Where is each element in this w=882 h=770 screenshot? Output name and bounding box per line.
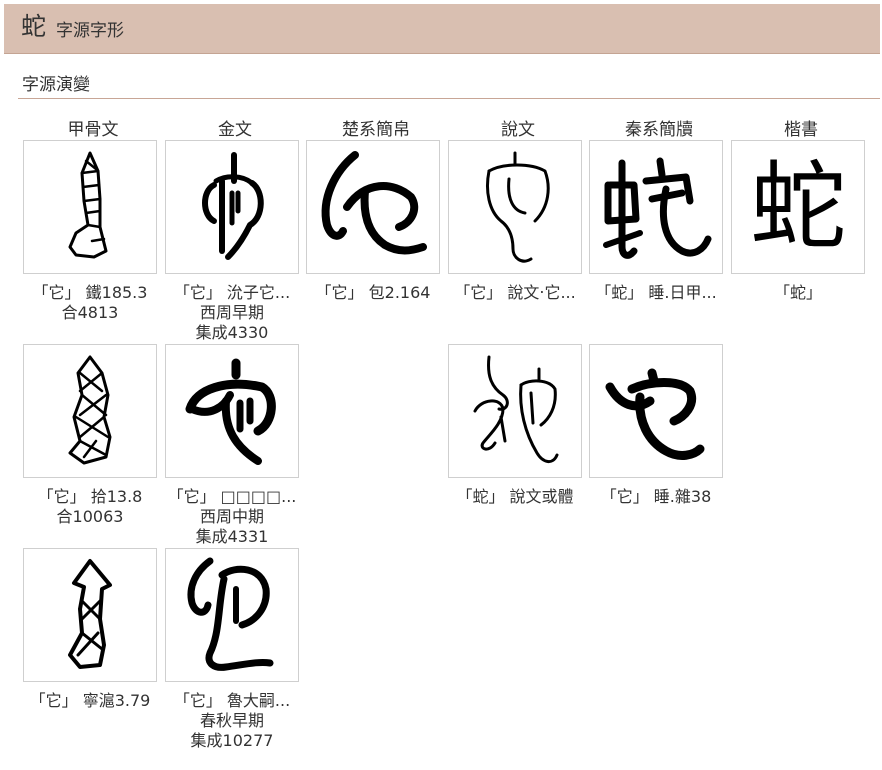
caption-line: 「它」 寧滬3.79 [29,691,151,710]
glyph-card[interactable] [306,140,440,274]
caption-line: 集成4330 [195,323,269,342]
caption-line: 集成10277 [190,731,274,750]
caption-line: 「它」 沇子它... [173,283,291,302]
shuowen-variant-glyph-image [473,355,559,463]
caption-line: 「它」 拾13.8 [37,487,143,506]
section-title: 字源演變 [22,75,90,95]
header-character: 蛇 [21,12,47,41]
caption-line: 「蛇」 說文或體 [456,487,574,506]
caption-line: 「它」 睡.雜38 [600,487,712,506]
caption-line: 合10063 [56,507,124,526]
bronze-glyph-image-2 [185,358,276,465]
oracle-glyph-image-3 [68,559,112,669]
caption-line: 「它」 鐵185.3 [32,283,148,302]
chu-glyph-image [321,151,427,255]
section-divider [18,98,880,99]
glyph-caption: 「它」 鐵185.3 合4813 [15,283,165,323]
glyph-card[interactable] [23,548,157,682]
page-header: 蛇 字源字形 [4,4,880,54]
glyph-card[interactable] [23,140,157,274]
kaishu-glyph: 蛇 [750,151,846,263]
glyph-card[interactable] [589,140,723,274]
glyph-card[interactable] [23,344,157,478]
glyph-caption: 「它」 沇子它... 西周早期 集成4330 [157,283,307,343]
caption-line: 「它」 包2.164 [315,283,431,302]
caption-line: 集成4331 [195,527,269,546]
glyph-caption: 「它」 拾13.8 合10063 [15,487,165,527]
glyph-caption: 「蛇」 睡.日甲... [581,283,731,303]
glyph-caption: 「蛇」 [723,283,873,303]
bronze-glyph-image-3 [187,557,274,671]
column-header-chu: 楚系簡帛 [342,120,410,140]
caption-line: 春秋早期 [199,711,264,730]
glyph-caption: 「它」 □□□□... 西周中期 集成4331 [157,487,307,547]
caption-line: 合4813 [61,303,119,322]
column-header-bronze: 金文 [218,120,252,140]
column-header-oracle: 甲骨文 [67,120,119,140]
caption-line: 「它」 魯大嗣... [173,691,291,710]
oracle-glyph-image-2 [68,355,112,465]
shuowen-glyph-image [486,151,550,263]
glyph-card[interactable] [165,344,299,478]
qin-glyph-image [603,157,712,259]
column-header-shuowen: 說文 [501,120,535,140]
column-header-kaishu: 楷書 [784,120,818,140]
caption-line: 「蛇」 [773,283,822,302]
caption-line: 西周中期 [199,507,264,526]
caption-line: 西周早期 [199,303,264,322]
column-header-qin: 秦系簡牘 [625,120,693,140]
glyph-card[interactable] [448,344,582,478]
glyph-caption: 「蛇」 說文或體 [440,487,590,507]
glyph-caption: 「它」 說文‧它... [440,283,590,303]
glyph-caption: 「它」 睡.雜38 [581,487,731,507]
caption-line: 「它」 □□□□... [167,487,297,506]
glyph-card[interactable] [165,140,299,274]
qin-glyph-image-2 [605,368,705,460]
glyph-caption: 「它」 寧滬3.79 [15,691,165,711]
glyph-card[interactable]: 蛇 [731,140,865,274]
caption-line: 「蛇」 睡.日甲... [595,283,717,302]
glyph-card[interactable] [165,548,299,682]
header-title: 字源字形 [56,21,124,41]
caption-line: 「它」 說文‧它... [454,283,576,302]
bronze-glyph-image [202,152,264,260]
oracle-glyph-image [68,151,108,259]
glyph-caption: 「它」 包2.164 [298,283,448,303]
glyph-caption: 「它」 魯大嗣... 春秋早期 集成10277 [157,691,307,751]
glyph-card[interactable] [448,140,582,274]
glyph-card[interactable] [589,344,723,478]
